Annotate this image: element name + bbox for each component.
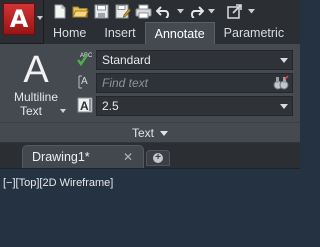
plus-icon: +	[153, 153, 163, 163]
undo-icon[interactable]	[155, 2, 174, 20]
chevron-down-icon	[280, 58, 288, 63]
find-binoculars-icon[interactable]	[272, 75, 290, 91]
file-tabs-bar: Drawing1* ✕ +	[0, 143, 300, 168]
save-as-icon[interactable]	[113, 2, 132, 20]
viewport-controls-menu[interactable]: [−]	[3, 177, 16, 189]
find-text-placeholder: Find text	[102, 76, 149, 90]
customize-dropdown-icon[interactable]	[246, 2, 256, 20]
redo-icon[interactable]	[186, 2, 205, 20]
new-file-icon[interactable]	[50, 2, 69, 20]
chevron-down-icon	[280, 104, 288, 109]
undo-dropdown-icon[interactable]	[176, 2, 184, 20]
chevron-down-icon[interactable]	[60, 109, 66, 113]
text-style-dropdown[interactable]: Standard	[96, 50, 293, 70]
tab-insert[interactable]: Insert	[95, 22, 144, 44]
tab-home[interactable]: Home	[44, 22, 95, 44]
file-tab-label: Drawing1*	[32, 150, 90, 164]
open-folder-icon[interactable]	[71, 2, 90, 20]
ribbon-panel-text: A Multiline Text ABC Standard A Find tex…	[0, 44, 300, 143]
text-height-icon: A	[76, 96, 94, 114]
ribbon-tabs: Home Insert Annotate Parametric	[44, 22, 300, 44]
share-icon[interactable]	[225, 2, 244, 20]
viewport-controls: [−][Top][2D Wireframe]	[3, 177, 113, 189]
svg-text:A: A	[81, 76, 88, 87]
view-cube-menu[interactable]: [Top]	[16, 177, 40, 189]
new-tab-button[interactable]: +	[146, 150, 170, 166]
autocad-logo-icon: A	[3, 3, 35, 35]
multiline-text-label: Multiline	[13, 90, 58, 104]
svg-text:A: A	[80, 99, 89, 113]
text-style-check-icon: ABC	[76, 50, 94, 68]
drawing-canvas[interactable]: [−][Top][2D Wireframe]	[0, 168, 300, 247]
text-height-dropdown[interactable]: 2.5	[96, 96, 293, 116]
quick-access-toolbar	[44, 0, 300, 22]
chevron-down-icon	[37, 16, 43, 20]
plot-printer-icon[interactable]	[134, 2, 153, 20]
multiline-text-button[interactable]: A Multiline Text	[5, 47, 67, 123]
find-replace-text-icon[interactable]: A	[76, 73, 94, 91]
application-menu-button[interactable]: A	[0, 0, 44, 44]
text-panel-title-button[interactable]: Text	[0, 122, 300, 142]
panel-title: Text	[131, 126, 154, 140]
redo-dropdown-icon[interactable]	[207, 2, 215, 20]
text-style-value: Standard	[102, 53, 151, 67]
text-height-value: 2.5	[102, 99, 119, 113]
visual-style-menu[interactable]: [2D Wireframe]	[39, 177, 113, 189]
find-text-input[interactable]: Find text	[96, 73, 293, 93]
tab-parametric[interactable]: Parametric	[215, 22, 293, 44]
tab-annotate[interactable]: Annotate	[144, 22, 215, 44]
multiline-text-icon: A	[23, 49, 49, 91]
multiline-text-label-line-2: Text	[19, 104, 42, 118]
save-icon[interactable]	[92, 2, 111, 20]
file-tab-drawing1[interactable]: Drawing1* ✕	[22, 145, 144, 168]
chevron-down-icon	[160, 131, 168, 137]
close-icon[interactable]: ✕	[123, 146, 133, 168]
